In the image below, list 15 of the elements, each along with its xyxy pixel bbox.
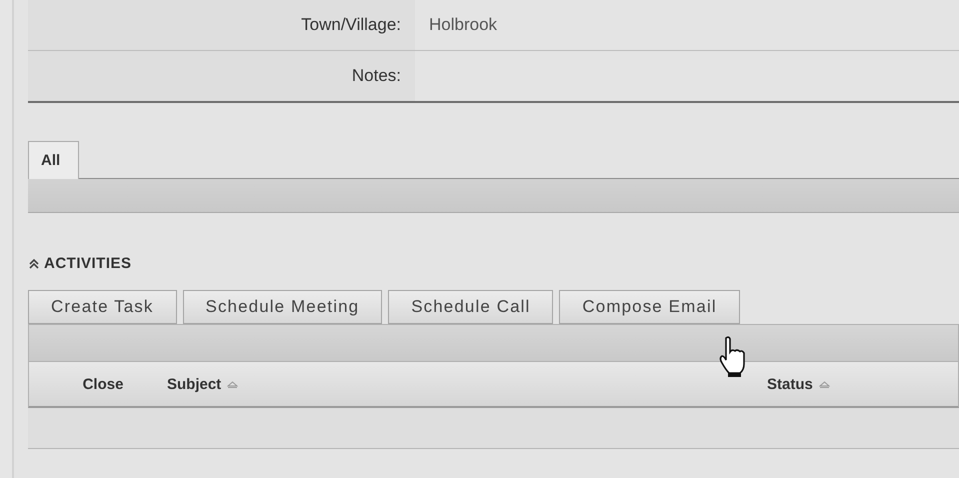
sort-icon[interactable] xyxy=(818,380,830,388)
collapse-icon[interactable] xyxy=(28,258,40,270)
sort-icon[interactable] xyxy=(227,380,238,388)
action-button[interactable]: Schedule Call xyxy=(388,290,554,324)
action-button[interactable]: Schedule Meeting xyxy=(182,290,382,324)
column-header[interactable]: Close xyxy=(82,376,124,392)
section-title: ACTIVITIES xyxy=(44,255,132,272)
field-value: Holbrook xyxy=(429,15,498,35)
column-header[interactable]: Subject xyxy=(167,376,222,392)
tab[interactable]: All xyxy=(28,141,80,179)
field-label: Notes: xyxy=(352,66,401,86)
column-header[interactable]: Status xyxy=(767,376,813,392)
action-button[interactable]: Create Task xyxy=(28,290,176,324)
field-label: Town/Village: xyxy=(301,15,401,35)
action-button[interactable]: Compose Email xyxy=(559,290,740,324)
